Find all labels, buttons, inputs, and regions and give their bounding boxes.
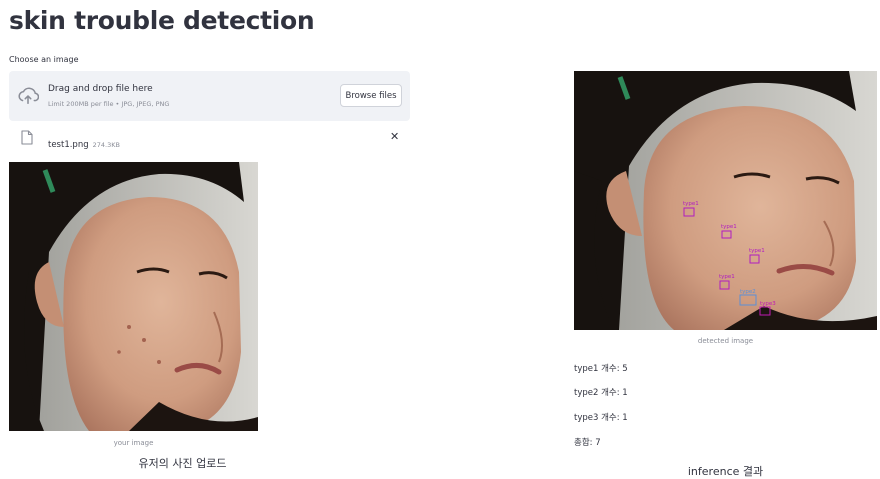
stat-type3-count: type3 개수: 1 <box>574 413 628 423</box>
detection-label: type3 <box>760 301 776 307</box>
dropzone-title: Drag and drop file here <box>48 84 153 94</box>
file-icon <box>21 130 33 149</box>
page-title: skin trouble detection <box>9 6 315 35</box>
cloud-upload-icon <box>17 86 40 110</box>
uploader-label: Choose an image <box>9 55 79 64</box>
user-image <box>9 162 258 431</box>
uploaded-file: test1.png 274.3KB <box>48 132 120 151</box>
uploaded-file-size: 274.3KB <box>92 141 120 149</box>
left-subtitle: 유저의 사진 업로드 <box>138 457 227 470</box>
stat-total-count: 총합: 7 <box>574 438 601 448</box>
dropzone-limit-text: Limit 200MB per file • JPG, JPEG, PNG <box>48 100 170 108</box>
detection-label: type1 <box>749 248 765 254</box>
user-image-caption: your image <box>113 439 154 447</box>
close-icon[interactable]: ✕ <box>390 130 399 143</box>
detection-label: type2 <box>740 289 756 295</box>
detected-image: type1 type1 type1 type1 type2 type3 <box>574 71 877 330</box>
detection-label: type1 <box>721 224 737 230</box>
detection-label: type1 <box>719 274 735 280</box>
stat-type2-count: type2 개수: 1 <box>574 388 628 398</box>
stat-type1-count: type1 개수: 5 <box>574 364 628 374</box>
browse-files-button[interactable]: Browse files <box>340 84 402 107</box>
uploaded-file-name: test1.png <box>48 140 89 150</box>
detected-image-caption: detected image <box>697 337 754 345</box>
file-dropzone[interactable]: Drag and drop file here Limit 200MB per … <box>9 71 410 121</box>
right-subtitle: inference 결과 <box>687 465 764 478</box>
detection-label: type1 <box>683 201 699 207</box>
